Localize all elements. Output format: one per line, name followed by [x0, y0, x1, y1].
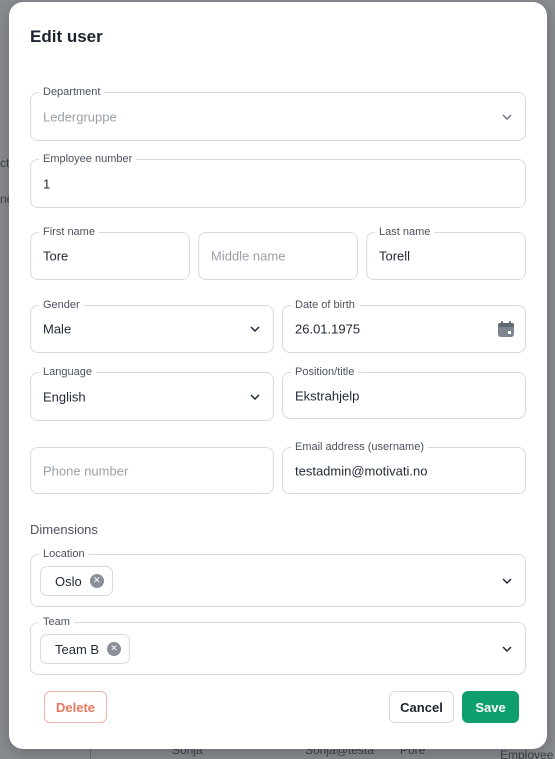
date-of-birth-label: Date of birth: [291, 297, 359, 313]
delete-button[interactable]: Delete: [44, 691, 107, 723]
last-name-label: Last name: [375, 224, 435, 240]
first-name-field[interactable]: First name Tore: [30, 224, 190, 280]
middle-name-placeholder: Middle name: [211, 248, 286, 264]
phone-number-field[interactable]: Phone number: [30, 447, 274, 494]
language-label: Language: [39, 364, 96, 380]
employee-number-value: 1: [43, 176, 51, 191]
team-chip[interactable]: Team B ✕: [40, 634, 131, 664]
email-field[interactable]: Email address (username) testadmin@motiv…: [282, 439, 526, 494]
position-title-label: Position/title: [291, 364, 359, 380]
calendar-icon[interactable]: [497, 320, 515, 338]
remove-chip-icon[interactable]: ✕: [107, 642, 122, 656]
chevron-down-icon: [250, 393, 260, 400]
background-text: Employee: [500, 748, 554, 759]
location-select[interactable]: Location Oslo ✕: [30, 546, 526, 607]
date-of-birth-field[interactable]: Date of birth 26.01.1975: [282, 297, 526, 353]
department-label: Department: [39, 84, 105, 100]
chevron-down-icon: [502, 645, 512, 652]
position-title-value: Ekstrahjelp: [295, 388, 360, 403]
chevron-down-icon: [250, 326, 260, 333]
modal-title: Edit user: [30, 27, 103, 46]
team-select[interactable]: Team Team B ✕: [30, 614, 526, 675]
save-button[interactable]: Save: [462, 691, 519, 723]
last-name-value: Torell: [379, 248, 411, 264]
first-name-value: Tore: [43, 248, 69, 264]
date-of-birth-value: 26.01.1975: [295, 321, 361, 337]
gender-value: Male: [43, 321, 72, 337]
department-select[interactable]: Department Ledergruppe: [30, 84, 526, 141]
cancel-button[interactable]: Cancel: [389, 691, 454, 723]
gender-select[interactable]: Gender Male: [30, 297, 274, 353]
dimensions-heading: Dimensions: [30, 522, 98, 537]
team-label: Team: [39, 614, 74, 630]
language-select[interactable]: Language English: [30, 364, 274, 421]
location-chip[interactable]: Oslo ✕: [40, 566, 113, 596]
email-label: Email address (username): [291, 439, 428, 455]
chip-label: Oslo: [55, 573, 82, 589]
edit-user-modal: Edit user Department Ledergruppe Employe…: [9, 2, 547, 749]
position-title-field[interactable]: Position/title Ekstrahjelp: [282, 364, 526, 419]
employee-number-field[interactable]: Employee number 1: [30, 151, 526, 208]
gender-label: Gender: [39, 297, 84, 313]
last-name-field[interactable]: Last name Torell: [366, 224, 526, 280]
first-name-label: First name: [39, 224, 99, 240]
chevron-down-icon: [502, 577, 512, 584]
remove-chip-icon[interactable]: ✕: [89, 574, 104, 588]
chevron-down-icon: [502, 113, 512, 120]
location-label: Location: [39, 546, 89, 562]
department-value: Ledergruppe: [43, 109, 117, 124]
employee-number-label: Employee number: [39, 151, 137, 167]
email-value: testadmin@motivati.no: [295, 463, 428, 478]
phone-number-placeholder: Phone number: [43, 463, 129, 478]
chip-label: Team B: [55, 641, 100, 657]
language-value: English: [43, 389, 86, 404]
middle-name-field[interactable]: Middle name: [198, 232, 358, 280]
